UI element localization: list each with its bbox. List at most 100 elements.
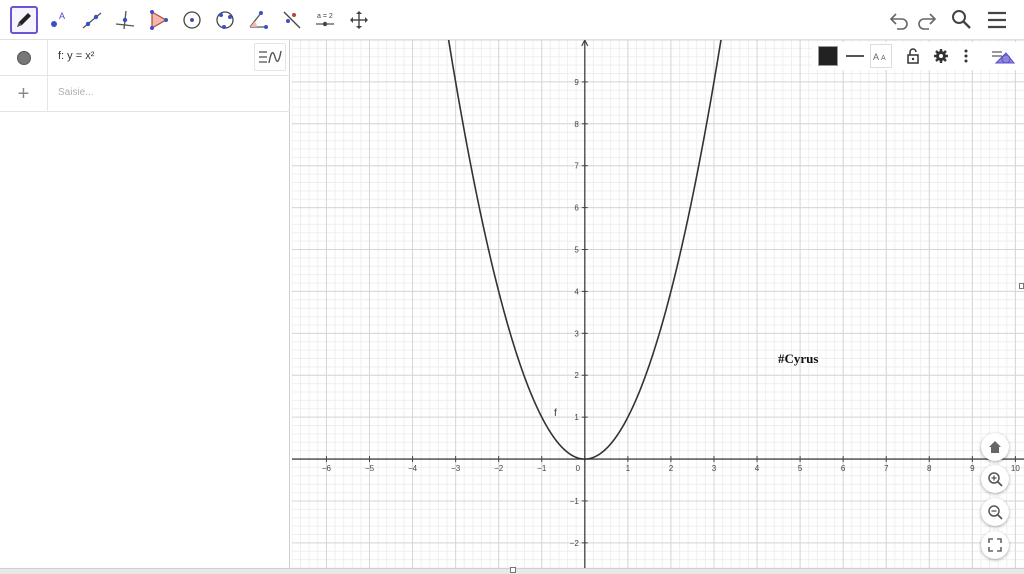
minor-grid [292,40,1024,568]
visibility-dot-icon [16,51,31,65]
slider-icon: a = 2 [316,13,334,27]
svg-text:A: A [873,52,879,62]
y-tick-label: 3 [574,329,579,338]
zoom-out-button[interactable] [981,498,1009,526]
line-style-icon [846,55,864,57]
resize-handle-right[interactable] [1019,283,1024,289]
circle-three-points-tool-button[interactable] [211,6,239,34]
x-tick-label: 7 [884,464,889,473]
y-tick-label: 6 [574,204,579,213]
algebra-view: f: y = x² + Saisie... [0,40,290,568]
x-tick-label: −4 [408,464,418,473]
x-tick-label: 6 [841,464,846,473]
text-annotation[interactable]: #Cyrus [778,351,818,366]
y-tick-label: 7 [574,162,579,171]
algebra-row-f[interactable]: f: y = x² [0,40,290,76]
redo-button[interactable] [914,6,940,34]
svg-text:A: A [881,55,886,62]
x-tick-label: 3 [712,464,717,473]
graphics-style-bar: AA [812,42,1024,70]
perpendicular-line-icon [115,10,135,30]
more-options-button[interactable] [958,44,974,68]
x-tick-label: −5 [365,464,375,473]
y-tick-label: −2 [570,539,580,548]
gear-icon [934,49,948,63]
y-tick-label: 9 [574,78,579,87]
line-tool-button[interactable] [78,6,106,34]
circle-center-tool-button[interactable] [178,6,206,34]
x-tick-label: 10 [1011,464,1020,473]
function-definition[interactable]: f: y = x² [58,50,94,62]
function-plot[interactable]: −6 −5 −4 −3 −2 −1 0 1 2 3 4 5 6 7 8 9 10−2−1123456789 f … [292,40,1024,568]
polygon-icon [150,10,168,30]
point-tool-button[interactable]: A [44,6,72,34]
toolbar: A a = 2 [0,0,1024,40]
search-icon [952,10,971,29]
undo-icon [889,13,908,30]
algebra-input[interactable]: Saisie... [58,87,94,98]
svg-text:A: A [59,11,65,21]
x-tick-label: 0 [576,464,581,473]
point-icon: A [51,11,65,27]
fullscreen-icon [988,538,1002,552]
perpendicular-line-tool-button[interactable] [111,6,139,34]
pen-tool-button[interactable] [10,6,38,34]
algebra-options-button[interactable] [254,43,286,71]
angle-icon [249,11,268,29]
settings-button[interactable] [930,44,952,68]
slider-tool-button[interactable]: a = 2 [311,6,339,34]
main-menu-button[interactable] [984,6,1010,34]
label-style-icon: AA [873,52,886,62]
circle-center-icon [183,11,201,29]
visibility-toggle[interactable] [0,40,48,76]
menu-icon [988,11,1006,29]
algebra-input-row[interactable]: + Saisie... [0,76,290,112]
graphics-view-toggle[interactable] [988,44,1018,68]
x-tick-label: 1 [626,464,631,473]
pen-icon [17,13,31,27]
undo-button[interactable] [886,6,912,34]
major-grid [292,40,1024,568]
reflect-tool-button[interactable] [278,6,306,34]
add-item-button[interactable]: + [0,76,48,112]
more-icon [964,49,968,63]
svg-text:a = 2: a = 2 [317,13,333,20]
angle-tool-button[interactable] [244,6,272,34]
y-tick-label: −1 [570,497,580,506]
fullscreen-button[interactable] [981,531,1009,559]
y-tick-label: 2 [574,371,579,380]
color-swatch-button[interactable] [816,44,840,68]
redo-icon [918,13,937,30]
y-tick-label: 5 [574,246,579,255]
zoom-in-icon [988,472,1003,487]
lock-icon [907,48,919,64]
line-style-button[interactable] [844,44,866,68]
x-tick-label: 5 [798,464,803,473]
graphics-view[interactable]: −6 −5 −4 −3 −2 −1 0 1 2 3 4 5 6 7 8 9 10 −2 −1 1 2 3 4 5 6 7 8 9 f … [292,40,1024,568]
standard-view-button[interactable] [981,433,1009,461]
curve-label-f[interactable]: f [554,408,557,419]
x-tick-label: 9 [970,464,975,473]
move-graphics-tool-button[interactable] [345,6,373,34]
line-icon [82,12,102,29]
resize-handle-bottom[interactable] [510,567,516,573]
home-icon [989,441,1001,453]
polygon-tool-button[interactable] [144,6,172,34]
x-tick-label: −6 [322,464,332,473]
lock-button[interactable] [902,44,924,68]
y-tick-label: 4 [574,287,579,296]
y-tick-label: 1 [574,413,579,422]
graphics-view-icon [992,51,1016,64]
label-style-button[interactable]: AA [870,44,892,68]
circle-three-points-icon [216,11,234,29]
reflect-icon [283,11,301,29]
zoom-in-button[interactable] [981,465,1009,493]
algebra-sort-icon [259,50,282,64]
x-tick-label: −2 [494,464,504,473]
plus-icon: + [17,83,30,105]
search-button[interactable] [948,6,974,34]
x-tick-label: 2 [669,464,674,473]
x-tick-label: −1 [537,464,547,473]
move-arrows-icon [350,11,368,29]
x-tick-label: 8 [927,464,932,473]
